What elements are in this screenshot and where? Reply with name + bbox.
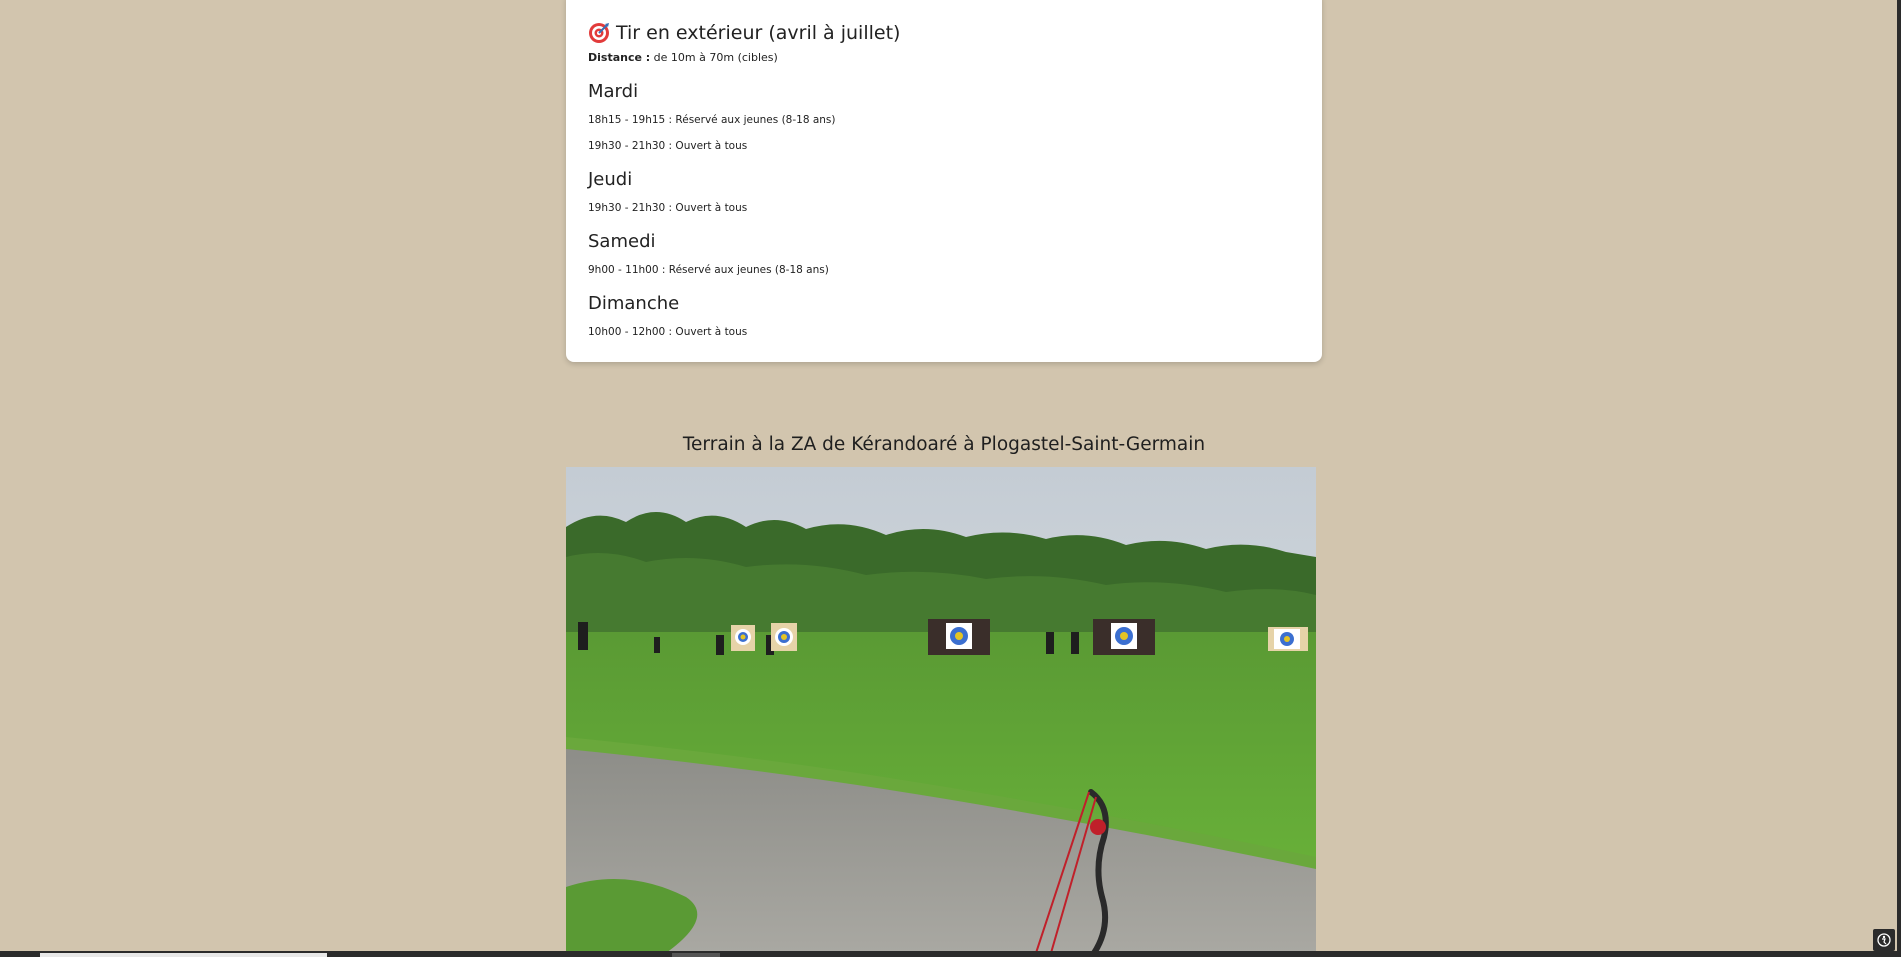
time-slot: 9h00 - 11h00 : Réservé aux jeunes (8-18 … [588, 262, 1300, 278]
target-icon [589, 23, 609, 43]
time-slot: 19h30 - 21h30 : Ouvert à tous [588, 138, 1300, 154]
time-slot: 19h30 - 21h30 : Ouvert à tous [588, 200, 1300, 216]
schedule-card: Tir en extérieur (avril à juillet) Dista… [566, 0, 1322, 362]
schedule-card-content: Tir en extérieur (avril à juillet) Dista… [588, 20, 1300, 340]
taskbar-tab[interactable] [40, 953, 327, 957]
slot-desc: Ouvert à tous [672, 202, 748, 214]
terrain-photo [566, 467, 1316, 953]
time-slot: 18h15 - 19h15 : Réservé aux jeunes (8-18… [588, 112, 1300, 128]
slot-desc: Réservé aux jeunes (8-18 ans) [672, 114, 836, 126]
day-block-samedi: Samedi 9h00 - 11h00 : Réservé aux jeunes… [588, 230, 1300, 278]
day-title: Samedi [588, 231, 656, 252]
taskbar-tab[interactable] [672, 953, 720, 957]
day-title: Mardi [588, 81, 639, 102]
slot-desc: Ouvert à tous [672, 326, 748, 338]
slot-time: 10h00 - 12h00 : [588, 326, 673, 338]
slot-time: 9h00 - 11h00 : [588, 264, 666, 276]
day-block-jeudi: Jeudi 19h30 - 21h30 : Ouvert à tous [588, 168, 1300, 216]
distance-value: de 10m à 70m (cibles) [650, 51, 778, 64]
slot-time: 19h30 - 21h30 : [588, 202, 673, 214]
slot-desc: Réservé aux jeunes (8-18 ans) [665, 264, 829, 276]
day-block-dimanche: Dimanche 10h00 - 12h00 : Ouvert à tous [588, 292, 1300, 340]
terrain-title: Terrain à la ZA de Kérandoaré à Plogaste… [682, 434, 1206, 455]
day-block-mardi: Mardi 18h15 - 19h15 : Réservé aux jeunes… [588, 80, 1300, 154]
window-scrollbar[interactable] [1897, 0, 1901, 957]
distance-label: Distance : [588, 51, 651, 64]
page: Tir en extérieur (avril à juillet) Dista… [0, 0, 1901, 957]
terrain-photo-image [566, 467, 1316, 953]
day-title: Jeudi [588, 169, 633, 190]
time-slot: 10h00 - 12h00 : Ouvert à tous [588, 324, 1300, 340]
day-title: Dimanche [588, 293, 680, 314]
accessibility-button[interactable] [1873, 929, 1895, 951]
distance-line: Distance : de 10m à 70m (cibles) [588, 50, 1300, 66]
card-title: Tir en extérieur (avril à juillet) [588, 20, 1300, 46]
wheelchair-icon [1877, 933, 1891, 947]
card-title-text: Tir en extérieur (avril à juillet) [616, 22, 901, 44]
slot-time: 18h15 - 19h15 : [588, 114, 673, 126]
slot-desc: Ouvert à tous [672, 140, 748, 152]
slot-time: 19h30 - 21h30 : [588, 140, 673, 152]
